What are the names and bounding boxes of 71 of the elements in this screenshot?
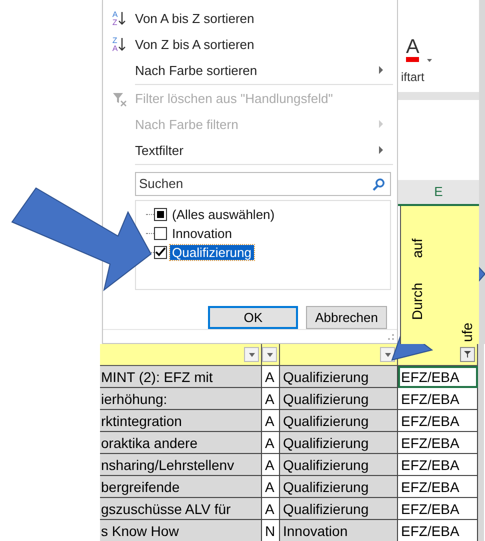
table-cell: Qualifizierung bbox=[280, 498, 398, 520]
table-cell: Innovation bbox=[280, 520, 398, 541]
menu-item[interactable]: Nach Farbe sortieren bbox=[103, 57, 397, 84]
clear-filter-icon bbox=[112, 90, 126, 107]
table-cell: Qualifizierung bbox=[280, 476, 398, 498]
caret-icon bbox=[266, 352, 272, 356]
header-text: ufe bbox=[459, 322, 475, 342]
caret-icon bbox=[427, 59, 432, 62]
value-item[interactable]: (Alles auswählen) bbox=[170, 206, 277, 222]
table-cell: EFZ/EBA bbox=[398, 410, 478, 432]
table-cell: ierhöhung: bbox=[100, 388, 262, 410]
ok-button[interactable]: OK bbox=[208, 306, 298, 329]
table-cell: A bbox=[262, 432, 280, 454]
sort-icon: A Z bbox=[112, 10, 126, 27]
filter-dropdown-button[interactable] bbox=[460, 347, 475, 362]
submenu-arrow-icon bbox=[379, 120, 383, 128]
table-cell: EFZ/EBA bbox=[398, 388, 478, 410]
cancel-button[interactable]: Abbrechen bbox=[306, 306, 387, 329]
table-cell: EFZ/EBA bbox=[398, 476, 478, 498]
search-field[interactable]: Suchen bbox=[135, 172, 391, 196]
table-cell: A bbox=[262, 366, 280, 388]
menu-item[interactable]: Textfilter bbox=[103, 137, 397, 163]
filter-dropdown-button[interactable] bbox=[380, 347, 395, 362]
table-cell: nsharing/Lehrstellenv bbox=[100, 454, 262, 476]
menu-item[interactable]: A Z Von A bis Z sortieren bbox=[103, 6, 397, 32]
table-cell: bergreifende bbox=[100, 476, 262, 498]
ribbon-group-label: iftart bbox=[400, 69, 426, 86]
table-cell: Qualifizierung bbox=[280, 388, 398, 410]
down-arrow-icon bbox=[118, 11, 126, 26]
table-cell: s Know How bbox=[100, 520, 262, 541]
resize-grip-icon bbox=[387, 333, 395, 342]
table-cell: Qualifizierung bbox=[280, 410, 398, 432]
search-icon bbox=[372, 178, 385, 191]
table-cell: A bbox=[262, 388, 280, 410]
table-cell: A bbox=[262, 454, 280, 476]
table-cell: Qualifizierung bbox=[280, 454, 398, 476]
menu-item: Nach Farbe filtern bbox=[103, 112, 397, 138]
filter-icon bbox=[463, 350, 472, 359]
menu-item[interactable]: Z A Von Z bis A sortieren bbox=[103, 32, 397, 58]
value-item[interactable]: Qualifizierung bbox=[170, 244, 254, 260]
table-cell: EFZ/EBA bbox=[398, 498, 478, 520]
menu-item: Filter löschen aus "Handlungsfeld" bbox=[103, 86, 397, 112]
down-arrow-icon bbox=[118, 37, 126, 52]
header-text: Durch bbox=[409, 282, 425, 320]
filter-dropdown-button[interactable] bbox=[262, 347, 277, 362]
table-cell: EFZ/EBA bbox=[398, 454, 478, 476]
header-text: auf bbox=[409, 238, 425, 258]
table-cell: Qualifizierung bbox=[280, 432, 398, 454]
submenu-arrow-icon bbox=[379, 146, 383, 154]
table-cell: EFZ/EBA bbox=[398, 366, 478, 388]
table-cell: MINT (2): EFZ mit bbox=[100, 366, 262, 388]
checkbox[interactable] bbox=[154, 226, 167, 240]
checkmark-icon bbox=[155, 247, 166, 258]
table-cell: Qualifizierung bbox=[280, 366, 398, 388]
font-color-button[interactable]: A bbox=[406, 37, 432, 62]
table-cell: rktintegration bbox=[100, 410, 262, 432]
caret-icon bbox=[384, 352, 390, 356]
value-item[interactable]: Innovation bbox=[170, 226, 234, 241]
checkbox[interactable] bbox=[154, 246, 167, 259]
table-cell: oraktika andere bbox=[100, 432, 262, 454]
filter-dropdown-button[interactable] bbox=[244, 347, 259, 362]
table-cell: A bbox=[262, 476, 280, 498]
checkbox[interactable] bbox=[154, 208, 167, 221]
submenu-arrow-icon bbox=[379, 66, 383, 74]
caret-icon bbox=[248, 352, 254, 356]
table-cell: gszuschüsse ALV für bbox=[100, 498, 262, 520]
column-header[interactable]: E bbox=[398, 180, 479, 206]
sort-icon: Z A bbox=[112, 36, 126, 52]
table-cell: EFZ/EBA bbox=[398, 432, 478, 454]
table-cell: A bbox=[262, 498, 280, 520]
table-cell: A bbox=[262, 410, 280, 432]
